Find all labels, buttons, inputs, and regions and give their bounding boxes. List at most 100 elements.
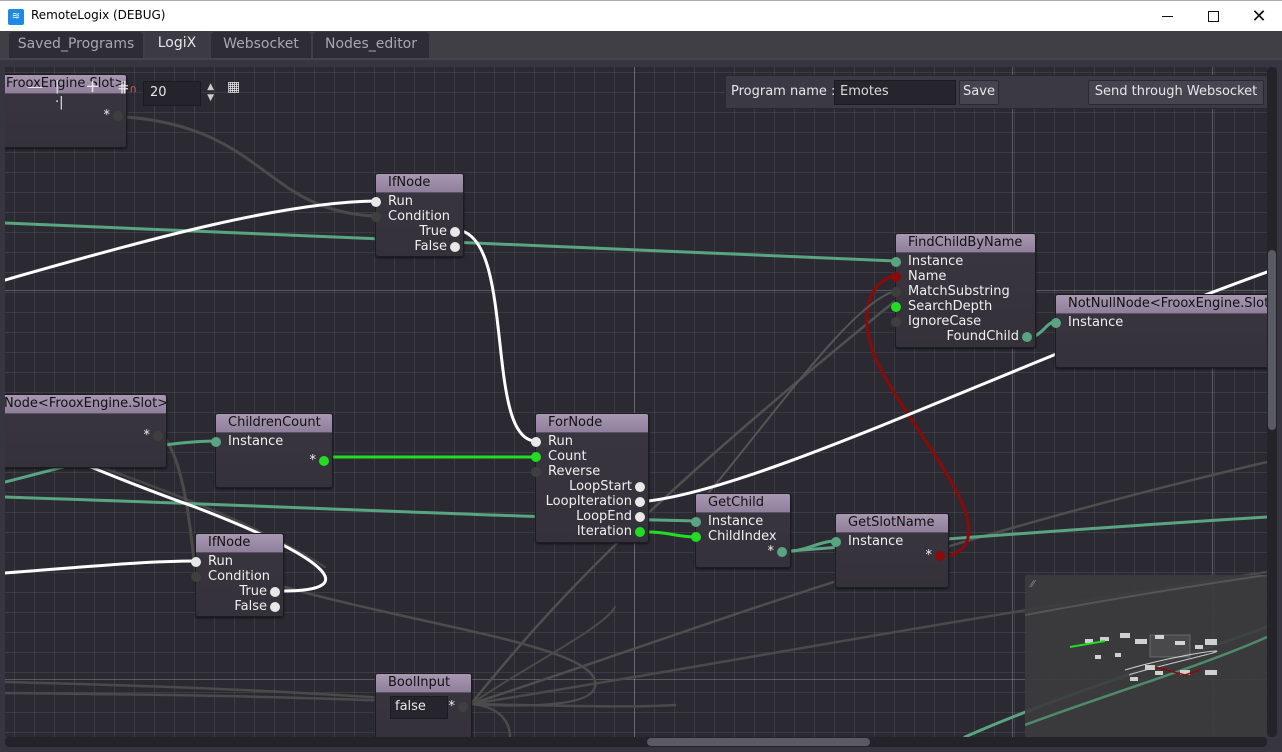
program-name-input[interactable]: Emotes <box>834 80 956 105</box>
port-dot[interactable] <box>777 547 787 557</box>
port-input: Instance <box>831 534 903 549</box>
port-dot[interactable] <box>450 227 460 237</box>
spin-arrows-icon[interactable]: ▲ ▼ <box>207 82 214 104</box>
port-dot[interactable] <box>531 467 541 477</box>
node-findchildbyname[interactable]: FindChildByName Instance Name MatchSubst… <box>891 233 1036 348</box>
tab-websocket[interactable]: Websocket <box>211 32 311 59</box>
port-dot[interactable] <box>113 111 123 121</box>
port-dot[interactable] <box>153 431 163 441</box>
port-dot[interactable] <box>1022 332 1032 342</box>
port-dot[interactable] <box>458 702 468 712</box>
port-dot[interactable] <box>270 587 280 597</box>
node-fornode[interactable]: ForNode Run Count Reverse LoopStart Loop… <box>531 413 649 543</box>
graph-canvas[interactable]: FrooxEngine.Slot> * — |·| + ⋕∩ 20 ▲ ▼ ▦ Pr… <box>5 67 1267 737</box>
node-title: IfNode <box>196 534 283 553</box>
port-output: * <box>104 108 123 123</box>
grid-map-icon[interactable]: ▦ <box>227 79 240 95</box>
node-getchild[interactable]: GetChild Instance ChildIndex * <box>691 493 791 568</box>
send-websocket-button[interactable]: Send through Websocket <box>1088 80 1264 105</box>
port-input: Count <box>531 449 587 464</box>
port-input: Instance <box>891 254 963 269</box>
minus-icon[interactable]: — <box>27 79 43 95</box>
node-ifnode[interactable]: IfNode Run Condition True False <box>191 533 284 617</box>
port-dot[interactable] <box>635 512 645 522</box>
node-ifnode[interactable]: IfNode Run Condition True False <box>371 173 464 257</box>
reset-zoom-icon[interactable]: |·| <box>55 79 64 111</box>
tab-logix[interactable]: LogiX <box>145 31 209 60</box>
port-dot[interactable] <box>891 257 901 267</box>
port-dot[interactable] <box>531 437 541 447</box>
horizontal-scroll-thumb[interactable] <box>647 738 870 746</box>
wire-bool <box>123 115 378 218</box>
minimap-graph <box>1025 575 1267 727</box>
port-dot[interactable] <box>891 272 901 282</box>
port-dot[interactable] <box>531 452 541 462</box>
port-input: MatchSubstring <box>891 284 1010 299</box>
port-input: Instance <box>211 434 283 449</box>
port-dot[interactable] <box>691 517 701 527</box>
node-childrencount[interactable]: ChildrenCount Instance * <box>211 413 333 488</box>
port-dot[interactable] <box>891 317 901 327</box>
node-boolinput[interactable]: BoolInput false * <box>375 673 472 737</box>
port-input: Run <box>191 554 233 569</box>
port-input: Reverse <box>531 464 600 479</box>
port-input: Run <box>371 194 413 209</box>
wire-impulse <box>5 199 378 282</box>
close-button[interactable]: ✕ <box>1236 1 1282 32</box>
vertical-scrollbar[interactable] <box>1267 67 1277 737</box>
bool-value-input[interactable]: false <box>390 696 448 719</box>
port-dot[interactable] <box>891 287 901 297</box>
port-dot[interactable] <box>1051 318 1061 328</box>
node-title: Node<FrooxEngine.Slot> <box>5 395 166 414</box>
port-dot[interactable] <box>211 437 221 447</box>
snap-icon[interactable]: ⋕∩ <box>117 79 137 98</box>
port-output: * <box>926 548 945 563</box>
node-title: NotNullNode<FrooxEngine.Slot <box>1056 295 1267 314</box>
snap-value-spinbox[interactable]: 20 ▲ ▼ <box>143 81 214 106</box>
node-getslotname[interactable]: GetSlotName Instance * <box>831 513 949 588</box>
port-dot[interactable] <box>319 456 329 466</box>
node-slot-source-mid[interactable]: Node<FrooxEngine.Slot> * <box>5 394 167 468</box>
port-dot[interactable] <box>635 482 645 492</box>
port-output: * <box>449 699 468 714</box>
port-input: Condition <box>371 209 450 224</box>
port-output: True <box>239 584 280 599</box>
horizontal-scrollbar[interactable] <box>5 737 1267 747</box>
port-dot[interactable] <box>891 302 901 312</box>
tab-nodes-editor[interactable]: Nodes_editor <box>313 32 429 59</box>
port-dot[interactable] <box>371 197 381 207</box>
node-title: GetSlotName <box>836 514 948 533</box>
port-dot[interactable] <box>831 537 841 547</box>
node-title: IfNode <box>376 174 463 193</box>
minimap[interactable]: ⁄⁄ <box>1025 575 1267 737</box>
maximize-icon <box>1207 11 1219 22</box>
node-slot-source-top[interactable]: FrooxEngine.Slot> * <box>5 74 127 148</box>
port-dot[interactable] <box>270 602 280 612</box>
port-dot[interactable] <box>371 212 381 222</box>
minimize-button[interactable] <box>1144 1 1190 32</box>
wire-impulse <box>460 229 538 443</box>
vertical-scroll-thumb[interactable] <box>1268 250 1276 430</box>
node-title: FrooxEngine.Slot> <box>5 75 126 94</box>
minimize-icon <box>1161 16 1173 17</box>
port-dot[interactable] <box>635 497 645 507</box>
maximize-button[interactable] <box>1190 1 1236 32</box>
node-title: BoolInput <box>376 674 471 693</box>
tab-saved-programs[interactable]: Saved_Programs <box>9 32 143 59</box>
port-input: SearchDepth <box>891 299 992 314</box>
node-title: GetChild <box>696 494 790 513</box>
plus-icon[interactable]: + <box>85 78 100 96</box>
node-notnullnode[interactable]: NotNullNode<FrooxEngine.Slot Instance <box>1051 294 1267 368</box>
port-dot[interactable] <box>935 551 945 561</box>
tab-bar: Saved_Programs LogiX Websocket Nodes_edi… <box>0 31 1282 61</box>
port-dot[interactable] <box>191 572 201 582</box>
port-input: IgnoreCase <box>891 314 981 329</box>
port-dot[interactable] <box>191 557 201 567</box>
port-output: FoundChild <box>947 329 1032 344</box>
port-input: ChildIndex <box>691 529 777 544</box>
save-button[interactable]: Save <box>959 80 999 105</box>
port-output: * <box>768 544 787 559</box>
port-dot[interactable] <box>635 527 645 537</box>
port-dot[interactable] <box>450 242 460 252</box>
port-dot[interactable] <box>691 532 701 542</box>
